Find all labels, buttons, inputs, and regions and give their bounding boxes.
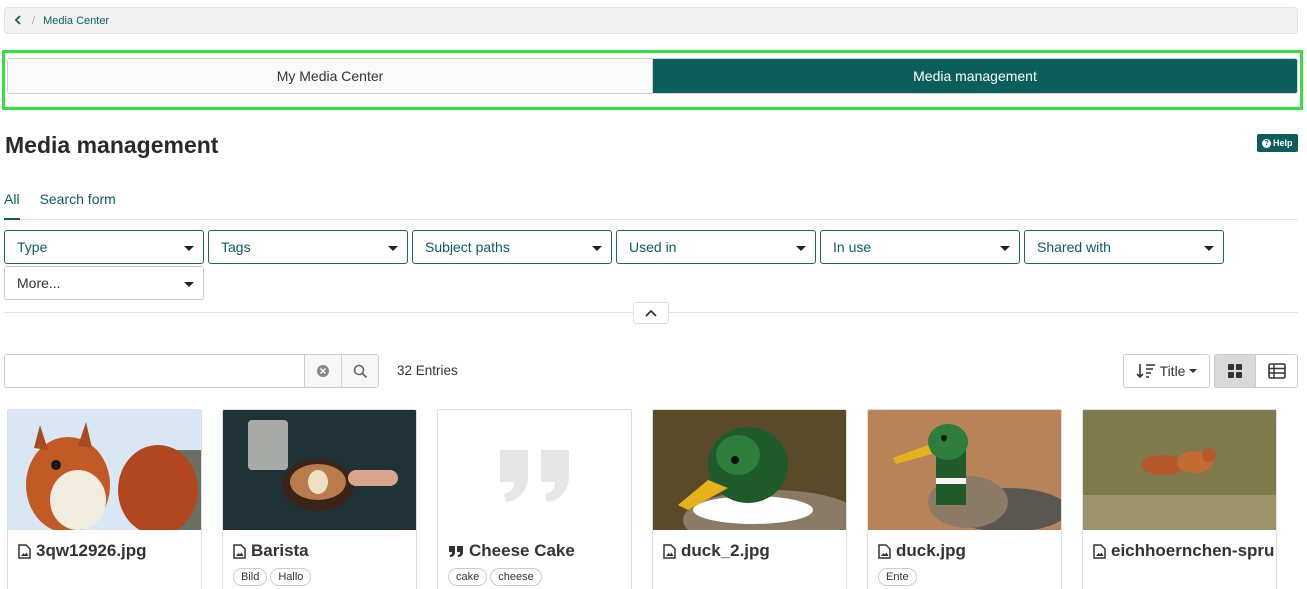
filter-type[interactable]: Type (4, 230, 204, 264)
filter-label: Shared with (1037, 239, 1111, 255)
filter-used-in[interactable]: Used in (616, 230, 816, 264)
search-button[interactable] (341, 355, 378, 387)
caret-down-icon (592, 246, 602, 251)
caret-down-icon (1000, 246, 1010, 251)
caret-down-icon (184, 246, 194, 251)
tag[interactable]: Hallo (270, 568, 312, 586)
tag-list: Ente (878, 568, 917, 586)
card-title: eichhoernchen-spru (1093, 541, 1274, 561)
filter-tabs: All Search form (4, 189, 1298, 220)
caret-down-icon (1189, 369, 1198, 373)
media-card[interactable]: duck.jpg Ente (867, 409, 1062, 589)
segmented-control: My Media Center Media management (7, 58, 1298, 94)
search-icon (353, 364, 367, 378)
image-file-icon (878, 543, 891, 559)
tag[interactable]: Bild (233, 568, 268, 586)
tab-my-media-center[interactable]: My Media Center (8, 59, 653, 93)
card-title: 3qw12926.jpg (18, 541, 147, 561)
tag-list: cake cheese (448, 568, 542, 586)
caret-down-icon (184, 282, 194, 287)
filter-label: Tags (221, 239, 251, 255)
card-title-text: Cheese Cake (469, 541, 575, 560)
grid-view-button[interactable] (1214, 354, 1256, 388)
tab-all[interactable]: All (4, 189, 20, 220)
filter-subject-paths[interactable]: Subject paths (412, 230, 612, 264)
clear-icon (317, 365, 329, 377)
caret-down-icon (796, 246, 806, 251)
media-thumbnail-duck (868, 410, 1061, 530)
card-title-text: eichhoernchen-spru (1111, 541, 1275, 560)
image-file-icon (233, 543, 246, 559)
grid-icon (1228, 364, 1242, 378)
tag[interactable]: cheese (490, 568, 542, 586)
media-thumbnail-duck-2 (653, 410, 846, 530)
media-card[interactable]: Cheese Cake cake cheese (437, 409, 632, 589)
media-thumbnail-barista (223, 410, 416, 530)
help-label: Help (1273, 138, 1293, 148)
media-thumbnail-flying-squirrel (1083, 410, 1276, 530)
filter-shared-with[interactable]: Shared with (1024, 230, 1224, 264)
media-card[interactable]: duck_2.jpg (652, 409, 847, 589)
media-card[interactable]: 3qw12926.jpg (7, 409, 202, 589)
filter-label: Type (17, 239, 48, 255)
list-view-button[interactable] (1256, 354, 1298, 388)
card-title-text: Barista (251, 541, 309, 560)
tab-media-management[interactable]: Media management (653, 59, 1297, 93)
search-box (4, 354, 379, 388)
breadcrumb: / Media Center (4, 7, 1298, 34)
image-file-icon (18, 543, 31, 559)
page-title: Media management (5, 132, 219, 158)
sort-label: Title (1159, 363, 1186, 379)
breadcrumb-media-center[interactable]: Media Center (43, 15, 109, 27)
tag-list: Bild Hallo (233, 568, 312, 586)
filter-in-use[interactable]: In use (820, 230, 1020, 264)
filter-label: Subject paths (425, 239, 510, 255)
media-thumbnail-squirrel (8, 410, 201, 530)
collapse-filters-button[interactable] (633, 302, 669, 324)
help-button[interactable]: ? Help (1257, 134, 1298, 152)
table-list-icon (1267, 363, 1286, 379)
card-title: duck_2.jpg (663, 541, 770, 561)
card-title-text: 3qw12926.jpg (36, 541, 147, 560)
filter-label: Used in (629, 239, 677, 255)
media-thumbnail-quote (438, 410, 631, 530)
filter-more[interactable]: More... (4, 266, 204, 300)
filter-label: In use (833, 239, 872, 255)
filter-tags[interactable]: Tags (208, 230, 408, 264)
caret-down-icon (1204, 246, 1214, 251)
back-chevron-icon[interactable] (14, 14, 26, 28)
filter-label: More... (17, 275, 61, 291)
media-card[interactable]: Barista Bild Hallo (222, 409, 417, 589)
search-input[interactable] (5, 355, 304, 387)
clear-search-button[interactable] (304, 355, 341, 387)
entries-count: 32 Entries (397, 363, 458, 378)
caret-down-icon (388, 246, 398, 251)
tag[interactable]: Ente (878, 568, 917, 586)
card-title: duck.jpg (878, 541, 966, 561)
card-title-text: duck.jpg (896, 541, 966, 560)
sort-descending-icon (1135, 364, 1155, 379)
image-file-icon (663, 543, 676, 559)
quote-icon (449, 545, 463, 557)
breadcrumb-separator: / (32, 14, 36, 27)
tag[interactable]: cake (448, 568, 488, 586)
question-icon: ? (1262, 138, 1271, 148)
large-quote-icon (438, 410, 631, 530)
card-title: Barista (233, 541, 309, 561)
media-card[interactable]: eichhoernchen-spru (1082, 409, 1277, 589)
card-title-text: duck_2.jpg (681, 541, 770, 560)
chevron-up-icon (645, 309, 657, 317)
tab-search-form[interactable]: Search form (40, 189, 116, 220)
card-title: Cheese Cake (448, 541, 575, 561)
image-file-icon (1093, 543, 1106, 559)
sort-dropdown[interactable]: Title (1123, 354, 1210, 388)
